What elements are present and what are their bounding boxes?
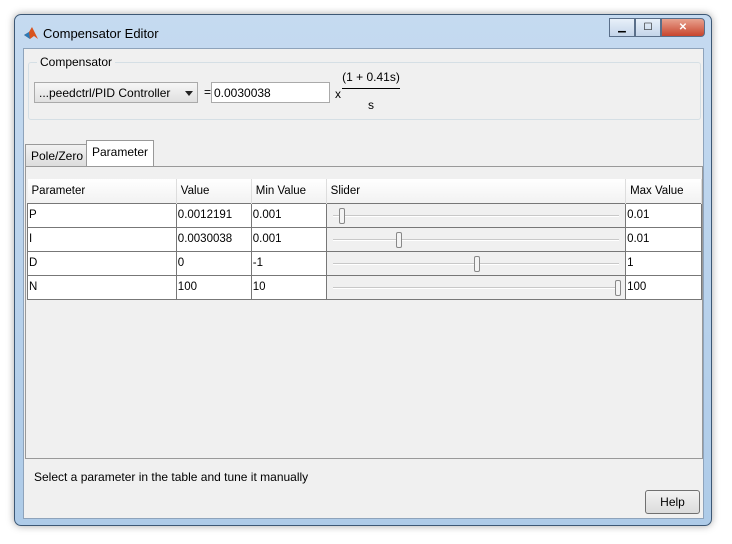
header-min-value[interactable]: Min Value xyxy=(251,179,327,203)
slider-cell xyxy=(325,274,627,300)
min-value-cell[interactable]: -1 xyxy=(250,250,327,276)
parameter-name-cell[interactable]: D xyxy=(27,250,177,276)
parameter-table: Parameter Value Min Value Slider Max Val… xyxy=(27,179,702,300)
close-button[interactable]: ✕ xyxy=(661,18,705,37)
slider-track[interactable] xyxy=(332,238,620,241)
header-parameter[interactable]: Parameter xyxy=(27,179,177,203)
block-dropdown[interactable]: ...peedctrl/PID Controller xyxy=(34,82,198,103)
block-dropdown-value: ...peedctrl/PID Controller xyxy=(39,86,171,100)
value-cell[interactable]: 0.0030038 xyxy=(175,226,252,252)
slider-track[interactable] xyxy=(332,214,620,217)
max-value-cell[interactable]: 0.01 xyxy=(625,202,702,228)
compensator-group: Compensator ...peedctrl/PID Controller =… xyxy=(28,55,701,120)
min-value-cell[interactable]: 10 xyxy=(250,274,327,300)
slider-thumb[interactable] xyxy=(473,255,480,272)
max-value-cell[interactable]: 0.01 xyxy=(625,226,702,252)
maximize-button[interactable]: ☐ xyxy=(635,18,661,37)
parameter-name-cell[interactable]: I xyxy=(27,226,177,252)
header-max-value[interactable]: Max Value xyxy=(625,179,702,203)
equals-sign: = xyxy=(204,85,212,99)
window-title: Compensator Editor xyxy=(43,26,159,41)
min-value-cell[interactable]: 0.001 xyxy=(250,226,327,252)
tab-pole-zero[interactable]: Pole/Zero xyxy=(25,144,90,167)
slider-track[interactable] xyxy=(332,286,620,289)
times-sign: x xyxy=(335,87,341,101)
matlab-logo-icon xyxy=(24,27,38,39)
table-row: I 0.0030038 0.001 0.01 xyxy=(27,226,702,252)
help-button[interactable]: Help xyxy=(645,490,700,514)
max-value-cell[interactable]: 100 xyxy=(625,274,702,300)
compensator-group-label: Compensator xyxy=(37,55,116,69)
header-slider[interactable]: Slider xyxy=(326,179,627,203)
slider-cell xyxy=(325,226,627,252)
slider-thumb[interactable] xyxy=(614,279,621,296)
slider-thumb[interactable] xyxy=(395,231,402,248)
table-row: N 100 10 100 xyxy=(27,274,702,300)
value-cell[interactable]: 0 xyxy=(175,250,252,276)
value-cell[interactable]: 0.0012191 xyxy=(175,202,252,228)
compensator-editor-window: Compensator Editor ▁ ☐ ✕ Compensator ...… xyxy=(14,14,712,526)
min-value-cell[interactable]: 0.001 xyxy=(250,202,327,228)
slider-cell xyxy=(325,202,627,228)
table-header-row: Parameter Value Min Value Slider Max Val… xyxy=(27,179,702,203)
parameter-name-cell[interactable]: P xyxy=(27,202,177,228)
denominator: s xyxy=(368,98,374,112)
value-cell[interactable]: 100 xyxy=(175,274,252,300)
minimize-button[interactable]: ▁ xyxy=(609,18,635,37)
table-row: D 0 -1 1 xyxy=(27,250,702,276)
slider-cell xyxy=(325,250,627,276)
slider-thumb[interactable] xyxy=(339,207,346,224)
status-text: Select a parameter in the table and tune… xyxy=(34,470,309,484)
table-row: P 0.0012191 0.001 0.01 xyxy=(27,202,702,228)
header-value[interactable]: Value xyxy=(176,179,252,203)
client-area: Compensator ...peedctrl/PID Controller =… xyxy=(23,48,704,519)
chevron-down-icon xyxy=(185,91,193,100)
parameter-name-cell[interactable]: N xyxy=(27,274,177,300)
gain-input[interactable]: 0.0030038 xyxy=(211,82,330,103)
tab-parameter[interactable]: Parameter xyxy=(86,140,155,168)
numerator: (1 + 0.41s) xyxy=(342,70,400,89)
parameter-panel: Parameter Value Min Value Slider Max Val… xyxy=(25,166,703,459)
max-value-cell[interactable]: 1 xyxy=(625,250,702,276)
